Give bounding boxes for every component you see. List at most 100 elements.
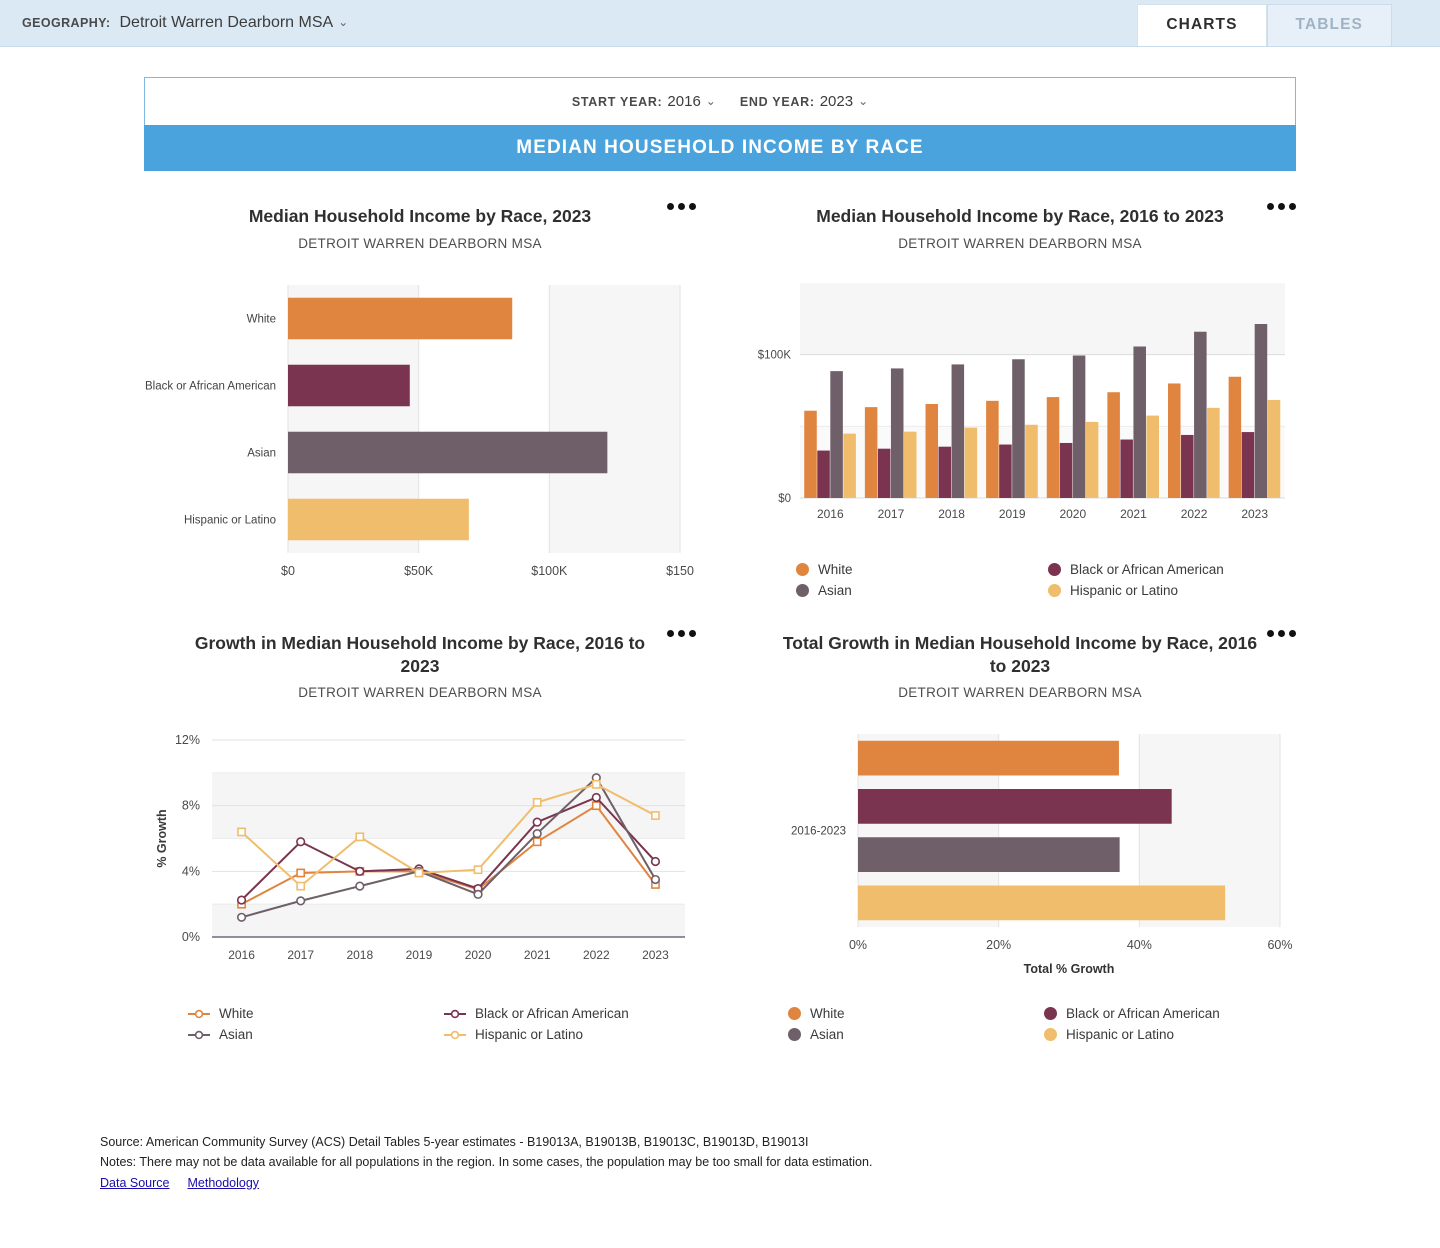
bar[interactable] (858, 741, 1119, 776)
data-point[interactable] (650, 857, 661, 867)
end-year-selector[interactable]: END YEAR: 2023 ⌄ (740, 93, 868, 110)
bar[interactable] (843, 433, 856, 498)
bar[interactable] (1072, 355, 1086, 498)
bar[interactable] (964, 427, 978, 498)
data-point[interactable] (591, 801, 601, 811)
axis-tick-label: Hispanic or Latino (184, 514, 276, 526)
bar[interactable] (1228, 376, 1242, 498)
grouped-bar-chart-svg: 2016 2017 2018 2019 2020 2021 2022 2023 $0 $100K (758, 282, 1285, 521)
bar[interactable] (830, 370, 843, 498)
bar[interactable] (864, 406, 878, 498)
bar[interactable] (1254, 323, 1268, 498)
data-point[interactable] (532, 837, 542, 847)
bar[interactable] (1046, 396, 1060, 498)
data-point[interactable] (236, 912, 247, 923)
tab-charts[interactable]: CHARTS (1137, 4, 1267, 46)
data-point[interactable] (532, 798, 542, 808)
bar[interactable] (1207, 407, 1220, 498)
bar[interactable] (925, 403, 939, 498)
data-point[interactable] (296, 881, 306, 891)
geography-label: GEOGRAPHY: (22, 16, 111, 30)
data-point[interactable] (296, 896, 306, 906)
bar[interactable] (951, 364, 965, 498)
legend-item-white[interactable]: White (796, 562, 1048, 577)
bar-chart-svg: White Black or African American Asian Hispa… (145, 284, 694, 578)
data-point[interactable] (473, 865, 483, 875)
bar[interactable] (288, 297, 513, 340)
data-point[interactable] (414, 868, 424, 878)
legend-label: White (219, 1006, 254, 1022)
bar[interactable] (804, 410, 817, 498)
data-point[interactable] (591, 780, 601, 789)
bar[interactable] (903, 431, 917, 498)
data-point[interactable] (296, 868, 306, 878)
bar[interactable] (986, 400, 999, 498)
chart-menu-icon[interactable] (1267, 629, 1296, 637)
axis-tick-label: 2020 (465, 948, 492, 962)
methodology-link[interactable]: Methodology (187, 1176, 259, 1190)
data-point[interactable] (355, 866, 365, 877)
data-point[interactable] (651, 811, 660, 821)
legend-item-asian[interactable]: Asian (188, 1027, 444, 1042)
bar[interactable] (1120, 439, 1133, 498)
legend-item-hispanic[interactable]: Hispanic or Latino (1044, 1027, 1300, 1042)
bar[interactable] (1133, 346, 1146, 498)
chart-subtitle: DETROIT WARREN DEARBORN MSA (898, 235, 1142, 251)
bar[interactable] (1107, 391, 1120, 498)
bar[interactable] (1167, 383, 1181, 498)
chart-menu-icon[interactable] (667, 203, 696, 210)
legend-item-white[interactable]: White (188, 1006, 444, 1021)
chart-plot-income-2023: White Black or African American Asian Hispa… (140, 273, 700, 598)
bar[interactable] (1012, 359, 1025, 498)
bar[interactable] (858, 885, 1226, 921)
axis-tick-label: 2017 (287, 948, 314, 962)
bar[interactable] (858, 789, 1172, 824)
tab-tables[interactable]: TABLES (1266, 4, 1392, 46)
chart-menu-icon[interactable] (667, 629, 696, 637)
legend-item-black[interactable]: Black or African American (1044, 1006, 1300, 1021)
data-point[interactable] (296, 837, 306, 847)
geography-selector[interactable]: Detroit Warren Dearborn MSA ⌄ (120, 14, 349, 32)
bar[interactable] (288, 364, 410, 407)
data-point[interactable] (591, 793, 601, 803)
chevron-down-icon: ⌄ (338, 15, 349, 29)
bar[interactable] (1267, 399, 1281, 498)
legend-item-hispanic[interactable]: Hispanic or Latino (1048, 583, 1300, 598)
legend-item-black[interactable]: Black or African American (444, 1006, 700, 1021)
data-point[interactable] (236, 895, 247, 905)
bar[interactable] (1181, 434, 1194, 498)
data-point[interactable] (355, 832, 365, 842)
data-point[interactable] (532, 829, 542, 839)
legend-item-black[interactable]: Black or African American (1048, 562, 1300, 577)
bar[interactable] (858, 837, 1120, 873)
legend-line-marker-white (188, 1009, 210, 1018)
data-point[interactable] (650, 875, 661, 885)
data-point[interactable] (355, 881, 365, 891)
bar[interactable] (1146, 415, 1160, 498)
bar[interactable] (938, 446, 952, 498)
legend-item-asian[interactable]: Asian (788, 1027, 1044, 1042)
bar[interactable] (817, 450, 830, 498)
data-point[interactable] (473, 889, 483, 900)
chart-title: Median Household Income by Race, 2023 (248, 206, 592, 226)
data-point[interactable] (532, 817, 542, 827)
bar[interactable] (288, 498, 469, 541)
legend-item-white[interactable]: White (788, 1006, 1044, 1021)
bar[interactable] (877, 448, 891, 498)
bar[interactable] (1025, 424, 1038, 498)
bar[interactable] (999, 444, 1012, 498)
data-source-link[interactable]: Data Source (100, 1176, 169, 1190)
start-year-selector[interactable]: START YEAR: 2016 ⌄ (572, 93, 716, 110)
bar[interactable] (1241, 431, 1255, 498)
chart-menu-icon[interactable] (1267, 203, 1296, 210)
axis-tick-label: 0% (182, 930, 200, 944)
legend-item-asian[interactable]: Asian (796, 583, 1048, 598)
legend-item-hispanic[interactable]: Hispanic or Latino (444, 1027, 700, 1042)
bar[interactable] (1059, 442, 1073, 498)
bar[interactable] (890, 368, 904, 498)
bar[interactable] (1085, 421, 1099, 498)
bar[interactable] (1194, 331, 1207, 498)
bar[interactable] (288, 431, 608, 474)
data-point[interactable] (237, 827, 246, 837)
legend-label: White (818, 561, 853, 577)
